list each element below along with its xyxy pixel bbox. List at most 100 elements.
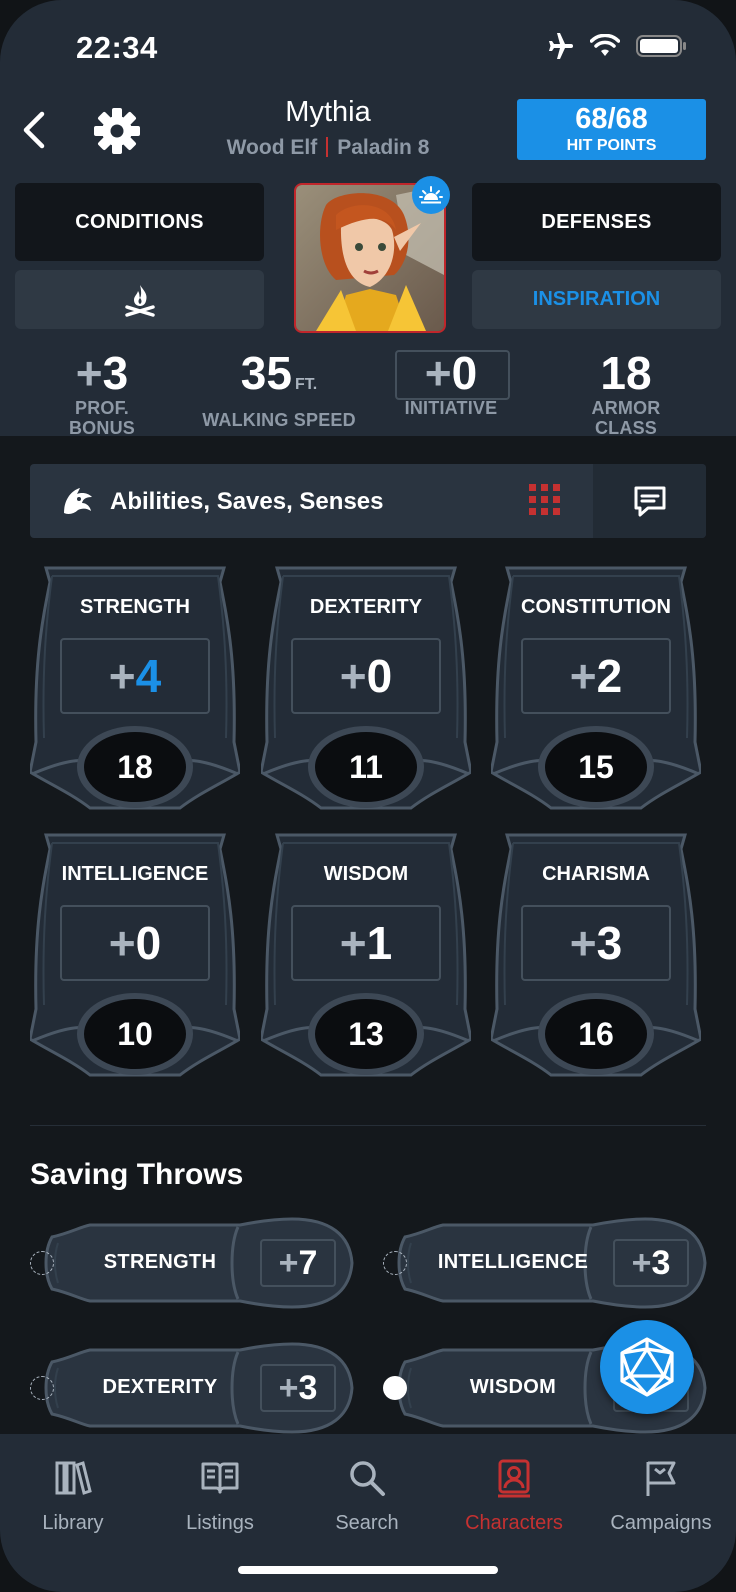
- nav-library-label: Library: [42, 1512, 104, 1534]
- ability-name: WISDOM: [323, 863, 409, 885]
- ability-modifier: +4: [60, 638, 210, 714]
- notes-button[interactable]: [593, 464, 706, 538]
- armor-class-label: ARMOR CLASS: [591, 398, 661, 438]
- ability-card-wisdom[interactable]: WISDOM +1 13: [261, 829, 471, 1079]
- nav-library[interactable]: Library: [3, 1456, 143, 1535]
- ability-modifier-sign: +: [108, 650, 136, 702]
- ability-score: 15: [578, 748, 614, 785]
- ability-modifier-value: 0: [135, 917, 162, 969]
- grid-menu-icon[interactable]: [527, 482, 563, 518]
- ability-score: 16: [578, 1015, 614, 1052]
- saving-throw-modifier: +7: [260, 1239, 336, 1287]
- nav-search-label: Search: [335, 1512, 399, 1534]
- saving-throw-sign: +: [631, 1243, 652, 1282]
- ability-score: 13: [348, 1015, 384, 1052]
- nav-campaigns-label: Campaigns: [610, 1512, 712, 1534]
- defenses-button[interactable]: DEFENSES: [472, 183, 721, 261]
- saving-throw-modifier: +3: [260, 1364, 336, 1412]
- ability-card-dexterity[interactable]: DEXTERITY +0 11: [261, 562, 471, 812]
- saving-throw-name: STRENGTH: [103, 1251, 217, 1273]
- initiative-label: INITIATIVE: [404, 398, 498, 418]
- wifi-icon: [590, 34, 620, 56]
- ability-name: INTELLIGENCE: [61, 863, 209, 885]
- armor-class-stat[interactable]: 18 ARMOR CLASS: [560, 348, 692, 438]
- home-indicator[interactable]: [238, 1566, 498, 1574]
- nav-characters-label: Characters: [465, 1512, 563, 1534]
- ability-name: CONSTITUTION: [521, 596, 671, 618]
- book-icon: [201, 1462, 239, 1494]
- ability-card-strength[interactable]: STRENGTH +4 18: [30, 562, 240, 812]
- flag-icon: [646, 1461, 676, 1496]
- ability-card-constitution[interactable]: CONSTITUTION +2 15: [491, 562, 701, 812]
- ability-modifier: +0: [60, 905, 210, 981]
- saving-throws-title: Saving Throws: [30, 1158, 244, 1191]
- saving-throw-name: WISDOM: [469, 1376, 557, 1398]
- saving-throw-name: INTELLIGENCE: [437, 1251, 589, 1273]
- saving-throw-value: 3: [651, 1243, 671, 1282]
- ability-modifier: +2: [521, 638, 671, 714]
- prof-bonus-sign: +: [75, 347, 103, 399]
- dragon-logo-icon: [64, 488, 92, 514]
- battery-icon: [636, 35, 686, 57]
- proficiency-indicator: [383, 1251, 407, 1275]
- initiative-sign: +: [424, 347, 452, 399]
- subtitle-separator: [326, 137, 329, 157]
- ability-modifier: +1: [291, 905, 441, 981]
- saving-throw-name: DEXTERITY: [102, 1376, 218, 1398]
- proficiency-indicator: [30, 1376, 54, 1400]
- ability-score: 11: [349, 748, 383, 785]
- ability-modifier-sign: +: [339, 650, 367, 702]
- nav-search[interactable]: Search: [297, 1456, 437, 1535]
- walking-speed-value: 35: [240, 347, 292, 399]
- walking-speed-unit: FT.: [294, 376, 318, 393]
- saving-throw-sign: +: [278, 1243, 299, 1282]
- ability-card-intelligence[interactable]: INTELLIGENCE +0 10: [30, 829, 240, 1079]
- ability-score: 10: [117, 1015, 153, 1052]
- ability-name: STRENGTH: [80, 596, 190, 618]
- character-race: Wood Elf: [226, 136, 318, 159]
- saving-throw-dexterity[interactable]: DEXTERITY +3: [30, 1340, 355, 1436]
- ability-modifier-value: 1: [366, 917, 393, 969]
- ability-modifier-value: 3: [596, 917, 623, 969]
- hit-points-label: HIT POINTS: [566, 137, 657, 154]
- initiative-stat: +0 INITIATIVE: [394, 348, 508, 418]
- status-time: 22:34: [76, 30, 158, 65]
- conditions-button[interactable]: CONDITIONS: [15, 183, 264, 261]
- ability-name: DEXTERITY: [309, 596, 423, 618]
- proficiency-indicator: [30, 1251, 54, 1275]
- inspiration-label: INSPIRATION: [532, 288, 661, 310]
- saving-throw-value: 7: [298, 1243, 318, 1282]
- hit-points-button[interactable]: 68/68 HIT POINTS: [517, 99, 706, 160]
- airplane-icon: [549, 33, 573, 59]
- chat-icon: [634, 486, 665, 517]
- rest-indicator-icon[interactable]: [412, 176, 450, 214]
- initiative-value: 0: [451, 347, 478, 399]
- section-divider: [30, 1125, 706, 1126]
- short-rest-button[interactable]: [15, 270, 264, 329]
- saving-throw-sign: +: [278, 1368, 299, 1407]
- hit-points-value: 68/68: [575, 103, 648, 135]
- ability-card-charisma[interactable]: CHARISMA +3 16: [491, 829, 701, 1079]
- library-icon: [55, 1461, 92, 1495]
- proficiency-bonus-stat: +3 PROF. BONUS: [40, 348, 164, 438]
- ability-modifier-value: 2: [596, 650, 623, 702]
- dice-roller-button[interactable]: [600, 1320, 694, 1414]
- saving-throw-strength[interactable]: STRENGTH +7: [30, 1215, 355, 1311]
- conditions-label: CONDITIONS: [75, 210, 204, 233]
- sunrise-icon: [419, 186, 443, 204]
- ability-modifier-sign: +: [569, 917, 597, 969]
- ability-modifier-sign: +: [569, 650, 597, 702]
- saving-throw-value: 3: [298, 1368, 318, 1407]
- nav-campaigns[interactable]: Campaigns: [591, 1456, 731, 1535]
- status-icons: [544, 32, 688, 60]
- ability-name: CHARISMA: [542, 863, 650, 885]
- ability-modifier-sign: +: [108, 917, 136, 969]
- nav-characters[interactable]: Characters: [444, 1456, 584, 1535]
- character-class: Paladin 8: [337, 136, 430, 159]
- nav-listings[interactable]: Listings: [150, 1456, 290, 1535]
- armor-class-value: 18: [600, 347, 652, 399]
- saving-throw-intelligence[interactable]: INTELLIGENCE +3: [383, 1215, 708, 1311]
- campfire-icon: [124, 284, 155, 317]
- inspiration-button[interactable]: INSPIRATION: [472, 270, 721, 329]
- nav-listings-label: Listings: [186, 1512, 254, 1534]
